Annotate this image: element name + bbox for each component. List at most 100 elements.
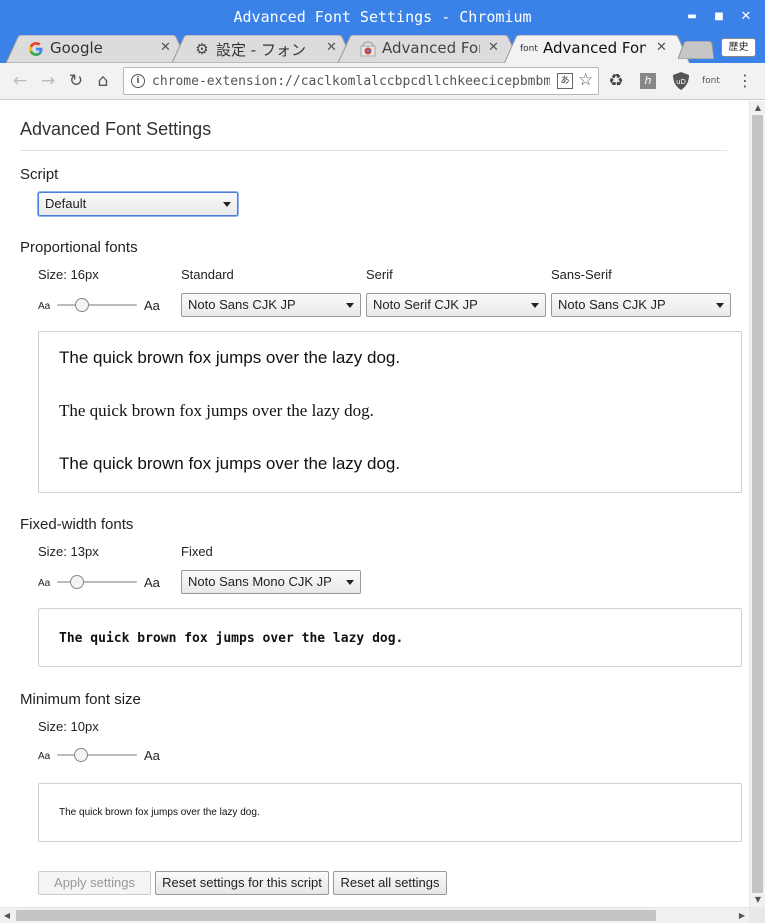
tab-advanced-font-settings[interactable]: font Advanced Font ✕ <box>504 35 690 64</box>
chevron-down-icon <box>716 303 724 308</box>
reload-icon[interactable]: ↻ <box>66 71 86 91</box>
slider-track <box>57 304 137 306</box>
proportional-size-slider[interactable] <box>57 298 137 312</box>
tab-close-icon[interactable]: ✕ <box>656 40 667 55</box>
script-heading: Script <box>20 166 59 183</box>
window-title: Advanced Font Settings - Chromium <box>233 8 532 26</box>
scroll-left-icon[interactable]: ◀ <box>0 908 14 923</box>
size-large-label: Aa <box>144 748 160 763</box>
slider-thumb[interactable] <box>75 298 89 312</box>
horizontal-scroll-thumb[interactable] <box>16 910 656 921</box>
serif-font-label: Serif <box>366 267 393 282</box>
proportional-sample-box: The quick brown fox jumps over the lazy … <box>38 331 742 493</box>
scrollbar-corner <box>749 907 765 923</box>
chevron-down-icon <box>531 303 539 308</box>
tab-title: Advanced Font <box>382 39 480 57</box>
slider-track <box>57 754 137 756</box>
toolbar: ← → ↻ ⌂ i chrome-extension://caclkomlalc… <box>0 63 765 100</box>
recycle-icon[interactable]: ♻ <box>606 71 626 91</box>
font-extension-icon: font <box>520 44 538 54</box>
tab-close-icon[interactable]: ✕ <box>160 40 171 55</box>
minimize-icon[interactable]: ▬ <box>684 9 700 25</box>
scroll-up-icon[interactable]: ▲ <box>750 101 765 115</box>
slider-thumb[interactable] <box>74 748 88 762</box>
tab-strip: Google ✕ ⚙ 設定 - フォン ✕ Advanced Font ✕ <box>0 35 765 64</box>
gear-icon: ⚙ <box>195 40 209 58</box>
fixed-size-slider[interactable] <box>57 575 137 589</box>
minimum-size-label: Size: 10px <box>38 719 99 734</box>
tab-webstore[interactable]: Advanced Font ✕ <box>338 35 520 63</box>
fixed-font-label: Fixed <box>181 544 213 559</box>
slider-thumb[interactable] <box>70 575 84 589</box>
sans-serif-sample-text: The quick brown fox jumps over the lazy … <box>59 454 401 473</box>
chrome-webstore-icon <box>360 41 376 57</box>
reset-all-settings-button[interactable]: Reset all settings <box>333 871 447 895</box>
size-small-label: Aa <box>38 301 51 312</box>
sans-serif-font-select[interactable]: Noto Sans CJK JP <box>551 293 731 317</box>
serif-font-value: Noto Serif CJK JP <box>373 297 478 312</box>
ublock-icon[interactable]: uD <box>671 71 691 91</box>
tab-close-icon[interactable]: ✕ <box>326 40 337 55</box>
vertical-scroll-thumb[interactable] <box>752 115 763 893</box>
scroll-down-icon[interactable]: ▼ <box>750 893 765 907</box>
apply-settings-button[interactable]: Apply settings <box>38 871 151 895</box>
size-large-label: Aa <box>144 575 160 590</box>
horizontal-scrollbar[interactable]: ◀ ▶ <box>0 907 749 923</box>
script-select[interactable]: Default <box>38 192 238 216</box>
tab-google[interactable]: Google ✕ <box>6 35 188 63</box>
tab-title: Advanced Font <box>543 39 646 57</box>
options-page: Advanced Font Settings Script Default Pr… <box>0 101 749 907</box>
proportional-size-label: Size: 16px <box>38 267 99 282</box>
vertical-scrollbar[interactable]: ▲ ▼ <box>749 101 765 907</box>
profile-button[interactable]: 歴史 <box>721 38 756 57</box>
forward-icon[interactable]: → <box>38 71 58 91</box>
chevron-down-icon <box>346 580 354 585</box>
slider-track <box>57 581 137 583</box>
fixed-font-select[interactable]: Noto Sans Mono CJK JP <box>181 570 361 594</box>
standard-sample-text: The quick brown fox jumps over the lazy … <box>59 348 401 367</box>
sans-serif-font-label: Sans-Serif <box>551 267 612 282</box>
reset-script-settings-button[interactable]: Reset settings for this script <box>155 871 329 895</box>
script-select-value: Default <box>45 196 87 211</box>
standard-font-label: Standard <box>181 267 234 282</box>
serif-font-select[interactable]: Noto Serif CJK JP <box>366 293 546 317</box>
proportional-fonts-heading: Proportional fonts <box>20 239 138 256</box>
close-window-icon[interactable]: ✕ <box>738 9 754 25</box>
fixed-size-label: Size: 13px <box>38 544 99 559</box>
menu-icon[interactable]: ⋮ <box>735 71 755 91</box>
fixed-width-fonts-heading: Fixed-width fonts <box>20 516 134 533</box>
serif-sample-text: The quick brown fox jumps over the lazy … <box>59 401 374 420</box>
fixed-sample-text: The quick brown fox jumps over the lazy … <box>59 631 404 646</box>
google-icon <box>29 42 43 56</box>
browser-window: Advanced Font Settings - Chromium ▬ ■ ✕ … <box>0 0 765 923</box>
size-small-label: Aa <box>38 578 51 589</box>
maximize-icon[interactable]: ■ <box>711 9 727 25</box>
bookmark-star-icon[interactable]: ☆ <box>578 70 593 90</box>
tab-close-icon[interactable]: ✕ <box>488 40 499 55</box>
info-icon[interactable]: i <box>131 74 145 88</box>
scroll-right-icon[interactable]: ▶ <box>735 908 749 923</box>
address-bar[interactable]: i chrome-extension://caclkomlalccbpcdllc… <box>123 67 599 95</box>
hypothesis-icon[interactable]: h <box>640 73 656 89</box>
minimum-font-size-heading: Minimum font size <box>20 691 141 708</box>
minimum-size-slider[interactable] <box>57 748 137 762</box>
standard-font-value: Noto Sans CJK JP <box>188 297 296 312</box>
page-title: Advanced Font Settings <box>20 119 212 139</box>
font-settings-extension-icon[interactable]: font <box>702 71 722 91</box>
home-icon[interactable]: ⌂ <box>93 71 113 91</box>
standard-font-select[interactable]: Noto Sans CJK JP <box>181 293 361 317</box>
back-icon[interactable]: ← <box>10 71 30 91</box>
fixed-font-value: Noto Sans Mono CJK JP <box>188 574 332 589</box>
title-bar: Advanced Font Settings - Chromium ▬ ■ ✕ <box>0 0 765 35</box>
new-tab-button[interactable] <box>678 41 714 59</box>
size-small-label: Aa <box>38 751 51 762</box>
minimum-sample-text: The quick brown fox jumps over the lazy … <box>59 807 260 818</box>
title-divider <box>20 150 727 151</box>
translate-icon[interactable]: あ <box>557 73 573 89</box>
tab-settings[interactable]: ⚙ 設定 - フォン ✕ <box>172 35 354 63</box>
tab-title: Google <box>50 39 103 57</box>
tab-title: 設定 - フォン <box>216 41 306 59</box>
fixed-sample-box: The quick brown fox jumps over the lazy … <box>38 608 742 667</box>
ublock-icon-text: uD <box>676 78 686 86</box>
url-text: chrome-extension://caclkomlalccbpcdllchk… <box>152 74 550 89</box>
